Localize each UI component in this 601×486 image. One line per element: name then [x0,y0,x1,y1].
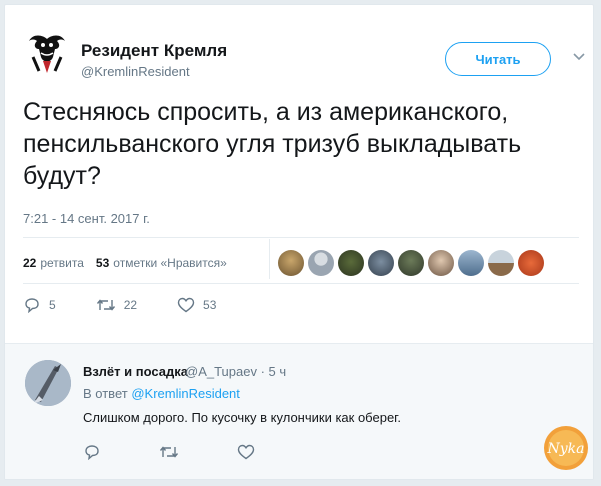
liker-avatar[interactable] [278,250,304,276]
tweet-actions: 5 22 53 [23,297,256,313]
tweet-text: Стесняюсь спросить, а из американского, … [23,98,522,190]
divider [23,237,579,238]
like-icon[interactable] [237,444,255,460]
liker-avatar[interactable] [458,250,484,276]
retweet-icon[interactable] [159,444,179,460]
reply-to-link[interactable]: @KremlinResident [131,386,240,401]
retweets-label: ретвита [40,256,84,270]
divider [23,283,579,284]
likes-label: отметки «Нравится» [113,256,227,270]
like-icon [177,297,195,313]
tweet-timestamp[interactable]: 7:21 - 14 сент. 2017 г. [23,211,150,226]
liker-avatar[interactable] [518,250,544,276]
reply-icon [25,298,39,313]
tweet-stats: 22 ретвита 53 отметки «Нравится» [23,245,239,281]
liker-avatar[interactable] [308,250,334,276]
retweet-count: 22 [123,298,138,312]
like-action[interactable]: 53 [177,297,216,313]
follow-button[interactable]: Читать [445,42,551,76]
liker-avatar[interactable] [398,250,424,276]
reply-to-line: В ответ @KremlinResident [83,386,240,401]
main-tweet: Резидент Кремля @KremlinResident Читать … [5,5,593,335]
reply-action[interactable]: 5 [23,297,56,313]
author-name[interactable]: Резидент Кремля [81,41,227,61]
watermark-logo: Nyka [544,426,588,470]
retweets-count: 22 [23,256,37,270]
retweet-icon [96,299,115,311]
reply-count: 5 [49,298,56,312]
reply-text: Слишком дорого. По кусочку в кулончики к… [83,410,401,425]
likes-count: 53 [95,256,110,270]
reply-tweet[interactable]: Взлёт и посадка @A_Tupaev · 5 ч В ответ … [5,343,593,479]
liker-avatar[interactable] [488,250,514,276]
reply-author-avatar[interactable] [25,360,71,406]
retweet-action[interactable]: 22 [96,297,137,313]
liker-avatar[interactable] [368,250,394,276]
liker-avatar[interactable] [428,250,454,276]
retweets-stat[interactable]: 22 ретвита [23,256,84,270]
stats-divider [269,239,270,279]
author-avatar[interactable] [23,27,71,75]
svg-text:Nyka: Nyka [547,441,585,457]
reply-author-name[interactable]: Взлёт и посадка [83,364,188,379]
likes-stat[interactable]: 53 отметки «Нравится» [96,256,227,270]
author-handle[interactable]: @KremlinResident [81,64,190,79]
reply-icon[interactable] [83,444,101,460]
caret-down-icon[interactable] [572,50,586,64]
tweet-card: Резидент Кремля @KremlinResident Читать … [4,4,594,480]
reply-actions [83,444,313,460]
reply-author-meta[interactable]: @A_Tupaev · 5 ч [185,364,286,379]
liker-avatars [278,250,548,276]
reply-prefix: В ответ [83,386,128,401]
like-count: 53 [203,298,217,312]
liker-avatar[interactable] [338,250,364,276]
